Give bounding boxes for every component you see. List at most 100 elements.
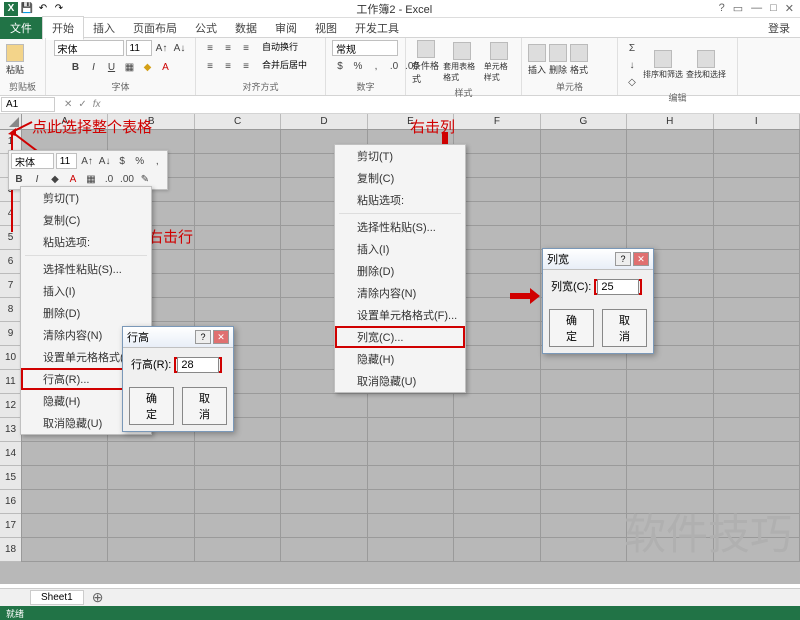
dialog-close-icon[interactable]: ✕: [213, 330, 229, 344]
row-header[interactable]: 5: [0, 226, 21, 250]
cell[interactable]: [195, 490, 281, 514]
cell[interactable]: [541, 394, 627, 418]
cell-style-button[interactable]: 单元格样式: [484, 42, 515, 83]
delete-cells-button[interactable]: 删除: [549, 44, 567, 76]
merge-button[interactable]: 合并后居中: [262, 58, 307, 74]
enter-fx-icon[interactable]: ✓: [78, 99, 86, 110]
tab-developer[interactable]: 开发工具: [346, 17, 408, 39]
cell[interactable]: [454, 250, 540, 274]
underline-button[interactable]: U: [104, 59, 120, 75]
cell[interactable]: [454, 418, 540, 442]
column-headers[interactable]: ABCDEFGHI: [22, 114, 800, 130]
cell[interactable]: [22, 466, 108, 490]
mini-fill-icon[interactable]: ◆: [47, 171, 63, 187]
align-top-icon[interactable]: ≡: [202, 40, 218, 56]
table-format-button[interactable]: 套用表格格式: [443, 42, 481, 83]
cell[interactable]: [541, 226, 627, 250]
percent-icon[interactable]: %: [350, 58, 366, 74]
cell[interactable]: [541, 538, 627, 562]
cell[interactable]: [627, 514, 713, 538]
cell[interactable]: [541, 178, 627, 202]
row-header[interactable]: 14: [0, 442, 21, 466]
cell[interactable]: [454, 202, 540, 226]
cell[interactable]: [368, 442, 454, 466]
cell[interactable]: [627, 442, 713, 466]
cell[interactable]: [714, 514, 800, 538]
tab-view[interactable]: 视图: [306, 17, 346, 39]
cell[interactable]: [714, 298, 800, 322]
redo-icon[interactable]: ↷: [52, 2, 66, 16]
row-header[interactable]: 18: [0, 538, 21, 562]
fx-icon[interactable]: fx: [93, 99, 101, 110]
cell[interactable]: [627, 466, 713, 490]
cell[interactable]: [541, 442, 627, 466]
cell[interactable]: [714, 178, 800, 202]
cell[interactable]: [454, 514, 540, 538]
cell[interactable]: [541, 418, 627, 442]
context-item[interactable]: 粘贴选项:: [21, 231, 151, 253]
col-header[interactable]: F: [454, 114, 540, 129]
mini-bold-icon[interactable]: B: [11, 171, 27, 187]
cell[interactable]: [627, 130, 713, 154]
cell[interactable]: [714, 154, 800, 178]
col-header[interactable]: H: [627, 114, 713, 129]
inc-decimal-icon[interactable]: .0: [386, 58, 402, 74]
font-name-combo[interactable]: 宋体: [54, 40, 124, 56]
cell[interactable]: [368, 394, 454, 418]
cell[interactable]: [454, 298, 540, 322]
cell[interactable]: [714, 394, 800, 418]
align-mid-icon[interactable]: ≡: [220, 40, 236, 56]
mini-dec-font-icon[interactable]: A↓: [97, 153, 113, 169]
cell[interactable]: [368, 418, 454, 442]
cell[interactable]: [627, 538, 713, 562]
cell[interactable]: [714, 226, 800, 250]
paste-button[interactable]: 粘贴: [6, 44, 24, 76]
login-link[interactable]: 登录: [768, 20, 800, 36]
cell[interactable]: [541, 202, 627, 226]
cell[interactable]: [714, 442, 800, 466]
row-cancel-button[interactable]: 取消: [182, 387, 227, 425]
col-header[interactable]: A: [22, 114, 108, 129]
tab-data[interactable]: 数据: [226, 17, 266, 39]
context-item[interactable]: 剪切(T): [335, 145, 465, 167]
row-header[interactable]: 13: [0, 418, 21, 442]
cell[interactable]: [195, 226, 281, 250]
context-item[interactable]: 隐藏(H): [335, 348, 465, 370]
align-right-icon[interactable]: ≡: [238, 58, 254, 74]
cell[interactable]: [541, 466, 627, 490]
cell[interactable]: [454, 154, 540, 178]
undo-icon[interactable]: ↶: [36, 2, 50, 16]
row-headers[interactable]: 123456789101112131415161718: [0, 130, 22, 562]
context-item[interactable]: 复制(C): [335, 167, 465, 189]
cell[interactable]: [195, 274, 281, 298]
sheet-tab-1[interactable]: Sheet1: [30, 590, 84, 605]
cell[interactable]: [195, 154, 281, 178]
tab-home[interactable]: 开始: [42, 16, 84, 40]
cell[interactable]: [541, 514, 627, 538]
mini-size-combo[interactable]: 11: [56, 153, 78, 169]
mini-inc-font-icon[interactable]: A↑: [79, 153, 95, 169]
context-item[interactable]: 删除(D): [21, 302, 151, 324]
cell[interactable]: [627, 394, 713, 418]
cell[interactable]: [454, 226, 540, 250]
row-header[interactable]: 16: [0, 490, 21, 514]
find-select-button[interactable]: 查找和选择: [686, 50, 726, 80]
name-box[interactable]: A1: [1, 97, 55, 112]
cell[interactable]: [22, 538, 108, 562]
cell[interactable]: [281, 394, 367, 418]
wrap-text-button[interactable]: 自动换行: [262, 40, 298, 56]
cell[interactable]: [714, 274, 800, 298]
font-color-button[interactable]: A: [158, 59, 174, 75]
cell[interactable]: [195, 538, 281, 562]
fill-icon[interactable]: ↓: [624, 57, 640, 73]
col-cancel-button[interactable]: 取消: [602, 309, 647, 347]
clear-icon[interactable]: ◇: [624, 74, 640, 90]
cell[interactable]: [22, 514, 108, 538]
cell[interactable]: [541, 490, 627, 514]
cell[interactable]: [108, 490, 194, 514]
add-sheet-icon[interactable]: ⊕: [84, 589, 112, 606]
cell[interactable]: [368, 538, 454, 562]
increase-font-icon[interactable]: A↑: [154, 40, 170, 56]
row-header[interactable]: 10: [0, 346, 21, 370]
col-width-input[interactable]: [597, 279, 639, 295]
